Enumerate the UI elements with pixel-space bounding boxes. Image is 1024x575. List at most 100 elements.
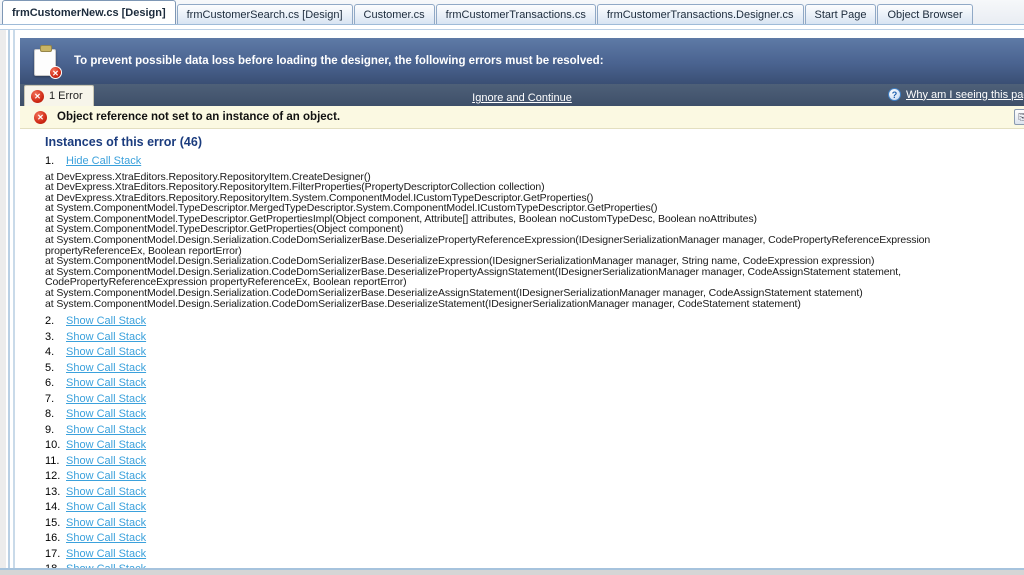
- call-stack-link[interactable]: Show Call Stack: [66, 548, 146, 560]
- call-stack-link[interactable]: Show Call Stack: [66, 408, 146, 420]
- error-message: Object reference not set to an instance …: [57, 111, 340, 123]
- instance-number: 2.: [45, 316, 62, 327]
- banner-message: To prevent possible data loss before loa…: [74, 55, 604, 67]
- why-wrap: ? Why am I seeing this page?: [888, 88, 1024, 101]
- document-tab[interactable]: frmCustomerTransactions.Designer.cs: [597, 4, 804, 24]
- tab-label: frmCustomerTransactions.Designer.cs: [607, 9, 794, 21]
- error-instance: 15. Show Call Stack: [45, 518, 1024, 529]
- left-gutter: [0, 30, 20, 575]
- help-circle-icon: ?: [888, 88, 901, 101]
- call-stack-link[interactable]: Show Call Stack: [66, 377, 146, 389]
- error-badge-icon: ✕: [49, 66, 62, 79]
- instance-line: 13. Show Call Stack: [45, 487, 1024, 498]
- instance-list: 1. Hide Call Stack at DevExpress.XtraEdit…: [45, 156, 1024, 568]
- error-instance: 17. Show Call Stack: [45, 549, 1024, 560]
- error-message-bar: ✕ Object reference not set to an instanc…: [20, 106, 1024, 129]
- error-instance: 2. Show Call Stack: [45, 316, 1024, 327]
- error-instance: 16. Show Call Stack: [45, 533, 1024, 544]
- call-stack-link[interactable]: Show Call Stack: [66, 331, 146, 343]
- call-stack-link[interactable]: Show Call Stack: [66, 455, 146, 467]
- call-stack-link[interactable]: Show Call Stack: [66, 362, 146, 374]
- stack-trace-line: at System.ComponentModel.Design.Serializ…: [45, 235, 1016, 256]
- copy-icon[interactable]: ⎘: [1014, 109, 1024, 125]
- instance-number: 14.: [45, 502, 62, 513]
- instance-number: 10.: [45, 440, 62, 451]
- error-instance: 3. Show Call Stack: [45, 332, 1024, 343]
- instance-number: 8.: [45, 409, 62, 420]
- error-instance: 10. Show Call Stack: [45, 440, 1024, 451]
- tab-label: Customer.cs: [364, 9, 425, 21]
- instance-line: 11. Show Call Stack: [45, 456, 1024, 467]
- error-instance: 1. Hide Call Stack at DevExpress.XtraEdit…: [45, 156, 1024, 309]
- stack-trace-line: at System.ComponentModel.Design.Serializ…: [45, 299, 1016, 310]
- error-instance: 11. Show Call Stack: [45, 456, 1024, 467]
- error-instance: 4. Show Call Stack: [45, 347, 1024, 358]
- instance-number: 11.: [45, 456, 62, 467]
- error-instance: 12. Show Call Stack: [45, 471, 1024, 482]
- call-stack-link[interactable]: Hide Call Stack: [66, 155, 141, 167]
- why-seeing-page-link[interactable]: Why am I seeing this page?: [906, 89, 1024, 101]
- call-stack-link[interactable]: Show Call Stack: [66, 315, 146, 327]
- ignore-wrap: Ignore and Continue: [20, 88, 1024, 106]
- tab-label: frmCustomerNew.cs [Design]: [12, 7, 166, 19]
- instance-line: 1. Hide Call Stack: [45, 156, 1024, 167]
- instance-line: 5. Show Call Stack: [45, 363, 1024, 374]
- instance-number: 4.: [45, 347, 62, 358]
- instances-heading: Instances of this error (46): [45, 135, 1024, 149]
- error-instance: 5. Show Call Stack: [45, 363, 1024, 374]
- instance-number: 6.: [45, 378, 62, 389]
- instance-line: 4. Show Call Stack: [45, 347, 1024, 358]
- call-stack-link[interactable]: Show Call Stack: [66, 486, 146, 498]
- instance-number: 1.: [45, 156, 62, 167]
- stack-trace: at DevExpress.XtraEditors.Repository.Rep…: [45, 172, 1016, 310]
- instance-number: 15.: [45, 518, 62, 529]
- call-stack-link[interactable]: Show Call Stack: [66, 439, 146, 451]
- error-instance: 14. Show Call Stack: [45, 502, 1024, 513]
- call-stack-link[interactable]: Show Call Stack: [66, 532, 146, 544]
- instance-number: 5.: [45, 363, 62, 374]
- instance-number: 9.: [45, 425, 62, 436]
- document-tab[interactable]: Customer.cs: [354, 4, 435, 24]
- document-tab[interactable]: Object Browser: [877, 4, 972, 24]
- instance-number: 12.: [45, 471, 62, 482]
- instance-number: 13.: [45, 487, 62, 498]
- clipboard-error-icon: ✕: [34, 45, 60, 77]
- instance-line: 9. Show Call Stack: [45, 425, 1024, 436]
- error-banner: ✕ To prevent possible data loss before l…: [20, 38, 1024, 84]
- error-instances-panel: Instances of this error (46) 1. Hide Call…: [20, 129, 1024, 568]
- instance-number: 17.: [45, 549, 62, 560]
- document-tab[interactable]: frmCustomerTransactions.cs: [436, 4, 596, 24]
- error-circle-icon: ✕: [34, 111, 47, 124]
- instance-line: 14. Show Call Stack: [45, 502, 1024, 513]
- call-stack-link[interactable]: Show Call Stack: [66, 424, 146, 436]
- stack-trace-line: at System.ComponentModel.Design.Serializ…: [45, 267, 1016, 288]
- call-stack-link[interactable]: Show Call Stack: [66, 346, 146, 358]
- document-tab[interactable]: frmCustomerSearch.cs [Design]: [177, 4, 353, 24]
- instance-line: 10. Show Call Stack: [45, 440, 1024, 451]
- instance-line: 6. Show Call Stack: [45, 378, 1024, 389]
- error-instance: 9. Show Call Stack: [45, 425, 1024, 436]
- instance-line: 16. Show Call Stack: [45, 533, 1024, 544]
- tab-label: Start Page: [815, 9, 867, 21]
- instance-line: 15. Show Call Stack: [45, 518, 1024, 529]
- error-instance: 8. Show Call Stack: [45, 409, 1024, 420]
- tab-label: Object Browser: [887, 9, 962, 21]
- instance-line: 3. Show Call Stack: [45, 332, 1024, 343]
- error-instance: 6. Show Call Stack: [45, 378, 1024, 389]
- call-stack-link[interactable]: Show Call Stack: [66, 501, 146, 513]
- instance-line: 2. Show Call Stack: [45, 316, 1024, 327]
- instance-number: 3.: [45, 332, 62, 343]
- error-toolbar: ✕ 1 Error Ignore and Continue ? Why am I…: [20, 84, 1024, 106]
- ignore-and-continue-link[interactable]: Ignore and Continue: [472, 92, 572, 104]
- designer-error-page: ✕ To prevent possible data loss before l…: [20, 30, 1024, 568]
- instance-number: 16.: [45, 533, 62, 544]
- call-stack-link[interactable]: Show Call Stack: [66, 393, 146, 405]
- call-stack-link[interactable]: Show Call Stack: [66, 517, 146, 529]
- document-tab[interactable]: Start Page: [805, 4, 877, 24]
- tab-label: frmCustomerTransactions.cs: [446, 9, 586, 21]
- tab-label: frmCustomerSearch.cs [Design]: [187, 9, 343, 21]
- instance-number: 7.: [45, 394, 62, 405]
- call-stack-link[interactable]: Show Call Stack: [66, 470, 146, 482]
- document-tab[interactable]: frmCustomerNew.cs [Design]: [2, 0, 176, 24]
- instance-line: 8. Show Call Stack: [45, 409, 1024, 420]
